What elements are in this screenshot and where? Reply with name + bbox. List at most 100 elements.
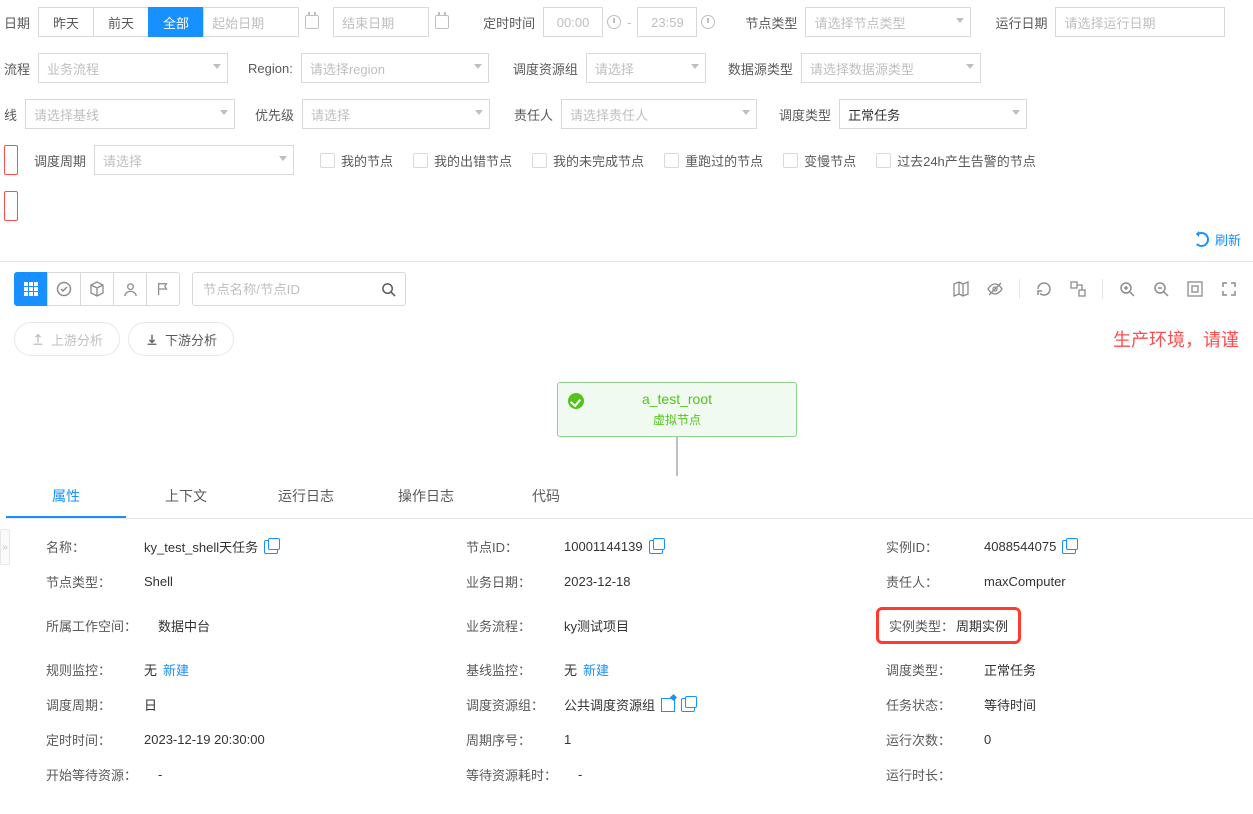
cycle-value2: 日: [144, 695, 157, 714]
checkbox-icon: [532, 153, 547, 168]
workspace-label: 所属工作空间：: [46, 616, 156, 635]
rule-monitor-value: 无: [144, 660, 157, 679]
flow-detail-value: ky测试项目: [564, 616, 629, 635]
clock-icon: [701, 15, 715, 29]
dag-node[interactable]: a_test_root 虚拟节点: [557, 382, 797, 437]
chevron-down-icon: [1012, 110, 1020, 115]
minimap-button[interactable]: [951, 279, 971, 299]
flag-view-button[interactable]: [146, 272, 180, 306]
fullscreen-button[interactable]: [1219, 279, 1239, 299]
filter-row-4: 调度周期 请选择 我的节点 我的出错节点 我的未完成节点 重跑过的节点 变慢节点…: [4, 142, 1249, 178]
environment-warning: 生产环境，请谨: [1113, 326, 1239, 352]
upstream-button[interactable]: 上游分析: [14, 322, 120, 356]
copy-icon[interactable]: [264, 540, 278, 554]
refresh-button[interactable]: 刷新: [1194, 230, 1241, 249]
owner-label: 责任人：: [886, 572, 982, 591]
resource-group-select[interactable]: 请选择: [586, 53, 706, 83]
divider: [1102, 279, 1103, 299]
checkbox-icon: [783, 153, 798, 168]
datasource-type-select[interactable]: 请选择数据源类型: [801, 53, 981, 83]
tab-code[interactable]: 代码: [486, 476, 606, 518]
tab-op-log[interactable]: 操作日志: [366, 476, 486, 518]
node-type-select[interactable]: 请选择节点类型: [805, 7, 971, 37]
chevron-down-icon: [213, 64, 221, 69]
copy-icon[interactable]: [1062, 540, 1076, 554]
run-time-label: 运行时长：: [886, 765, 982, 784]
schedule-type-value2: 正常任务: [984, 660, 1036, 679]
schedule-type-select[interactable]: 正常任务: [839, 99, 1027, 129]
copy-icon[interactable]: [681, 698, 695, 712]
chk-my-error[interactable]: 我的出错节点: [413, 151, 512, 170]
filter-row-3: 线 请选择基线 优先级 请选择 责任人 请选择责任人 调度类型 正常任务: [4, 96, 1249, 132]
dag-canvas[interactable]: a_test_root 虚拟节点: [14, 356, 1239, 476]
edit-icon[interactable]: [661, 698, 675, 712]
end-date-input[interactable]: 结束日期: [333, 7, 429, 37]
layout-button[interactable]: [1068, 279, 1088, 299]
flow-select[interactable]: 业务流程: [38, 53, 228, 83]
node-edge: [676, 436, 678, 476]
instance-type-value: 周期实例: [956, 619, 1008, 634]
chevron-down-icon: [966, 64, 974, 69]
baseline-monitor-new-link[interactable]: 新建: [583, 660, 609, 679]
baseline-select[interactable]: 请选择基线: [25, 99, 235, 129]
chk-slow[interactable]: 变慢节点: [783, 151, 856, 170]
tab-day-before[interactable]: 前天: [93, 7, 149, 37]
download-icon: [145, 332, 159, 346]
fit-button[interactable]: [1185, 279, 1205, 299]
run-count-label: 运行次数：: [886, 730, 982, 749]
owner-select[interactable]: 请选择责任人: [561, 99, 757, 129]
chk-my-unfinished[interactable]: 我的未完成节点: [532, 151, 644, 170]
fullscreen-icon: [1220, 280, 1238, 298]
baseline-label: 线: [4, 105, 17, 124]
tab-run-log[interactable]: 运行日志: [246, 476, 366, 518]
reload-button[interactable]: [1034, 279, 1054, 299]
wait-cost-label: 等待资源耗时：: [466, 765, 576, 784]
canvas-right-tools: [951, 279, 1239, 299]
rule-monitor-new-link[interactable]: 新建: [163, 660, 189, 679]
run-date-input[interactable]: 请选择运行日期: [1055, 7, 1225, 37]
zoom-in-button[interactable]: [1117, 279, 1137, 299]
checkbox-icon: [876, 153, 891, 168]
hide-button[interactable]: [985, 279, 1005, 299]
cube-icon: [89, 281, 105, 297]
chevron-down-icon: [742, 110, 750, 115]
owner-filter-label: 责任人: [514, 105, 553, 124]
node-search-input[interactable]: [192, 272, 406, 306]
user-view-button[interactable]: [113, 272, 147, 306]
priority-select[interactable]: 请选择: [302, 99, 490, 129]
checkbox-icon: [413, 153, 428, 168]
copy-icon[interactable]: [649, 540, 663, 554]
time-end[interactable]: 23:59: [637, 7, 697, 37]
tab-context[interactable]: 上下文: [126, 476, 246, 518]
tab-properties[interactable]: 属性: [6, 476, 126, 518]
chk-alarm[interactable]: 过去24h产生告警的节点: [876, 151, 1036, 170]
panel-expand-handle[interactable]: »: [0, 529, 10, 565]
search-icon[interactable]: [381, 282, 396, 297]
start-date-input[interactable]: 起始日期: [203, 7, 299, 37]
detail-body: 名称：ky_test_shell天任务 节点ID：10001144139 实例I…: [16, 519, 1253, 814]
priority-label: 优先级: [255, 105, 294, 124]
grid-view-button[interactable]: [14, 272, 48, 306]
downstream-button[interactable]: 下游分析: [128, 322, 234, 356]
run-date-label: 运行日期: [995, 13, 1047, 32]
expand-filter-handle[interactable]: [4, 145, 18, 175]
region-select[interactable]: 请选择region: [301, 53, 489, 83]
chk-my-node[interactable]: 我的节点: [320, 151, 393, 170]
reload-icon: [1035, 280, 1053, 298]
cycle-select[interactable]: 请选择: [94, 145, 294, 175]
region-label: Region:: [248, 61, 293, 76]
tab-yesterday[interactable]: 昨天: [38, 7, 94, 37]
view-mode-group: [14, 272, 180, 306]
resource-group-label2: 调度资源组：: [466, 695, 562, 714]
time-start[interactable]: 00:00: [543, 7, 603, 37]
check-view-button[interactable]: [47, 272, 81, 306]
zoom-out-button[interactable]: [1151, 279, 1171, 299]
chk-rerun[interactable]: 重跑过的节点: [664, 151, 763, 170]
run-count-value: 0: [984, 732, 991, 747]
cube-view-button[interactable]: [80, 272, 114, 306]
tab-all[interactable]: 全部: [148, 7, 204, 37]
node-title: a_test_root: [558, 391, 796, 407]
collapse-filter-handle[interactable]: [4, 191, 18, 221]
canvas-toolbar: [14, 272, 1239, 306]
node-type-label: 节点类型: [745, 13, 797, 32]
